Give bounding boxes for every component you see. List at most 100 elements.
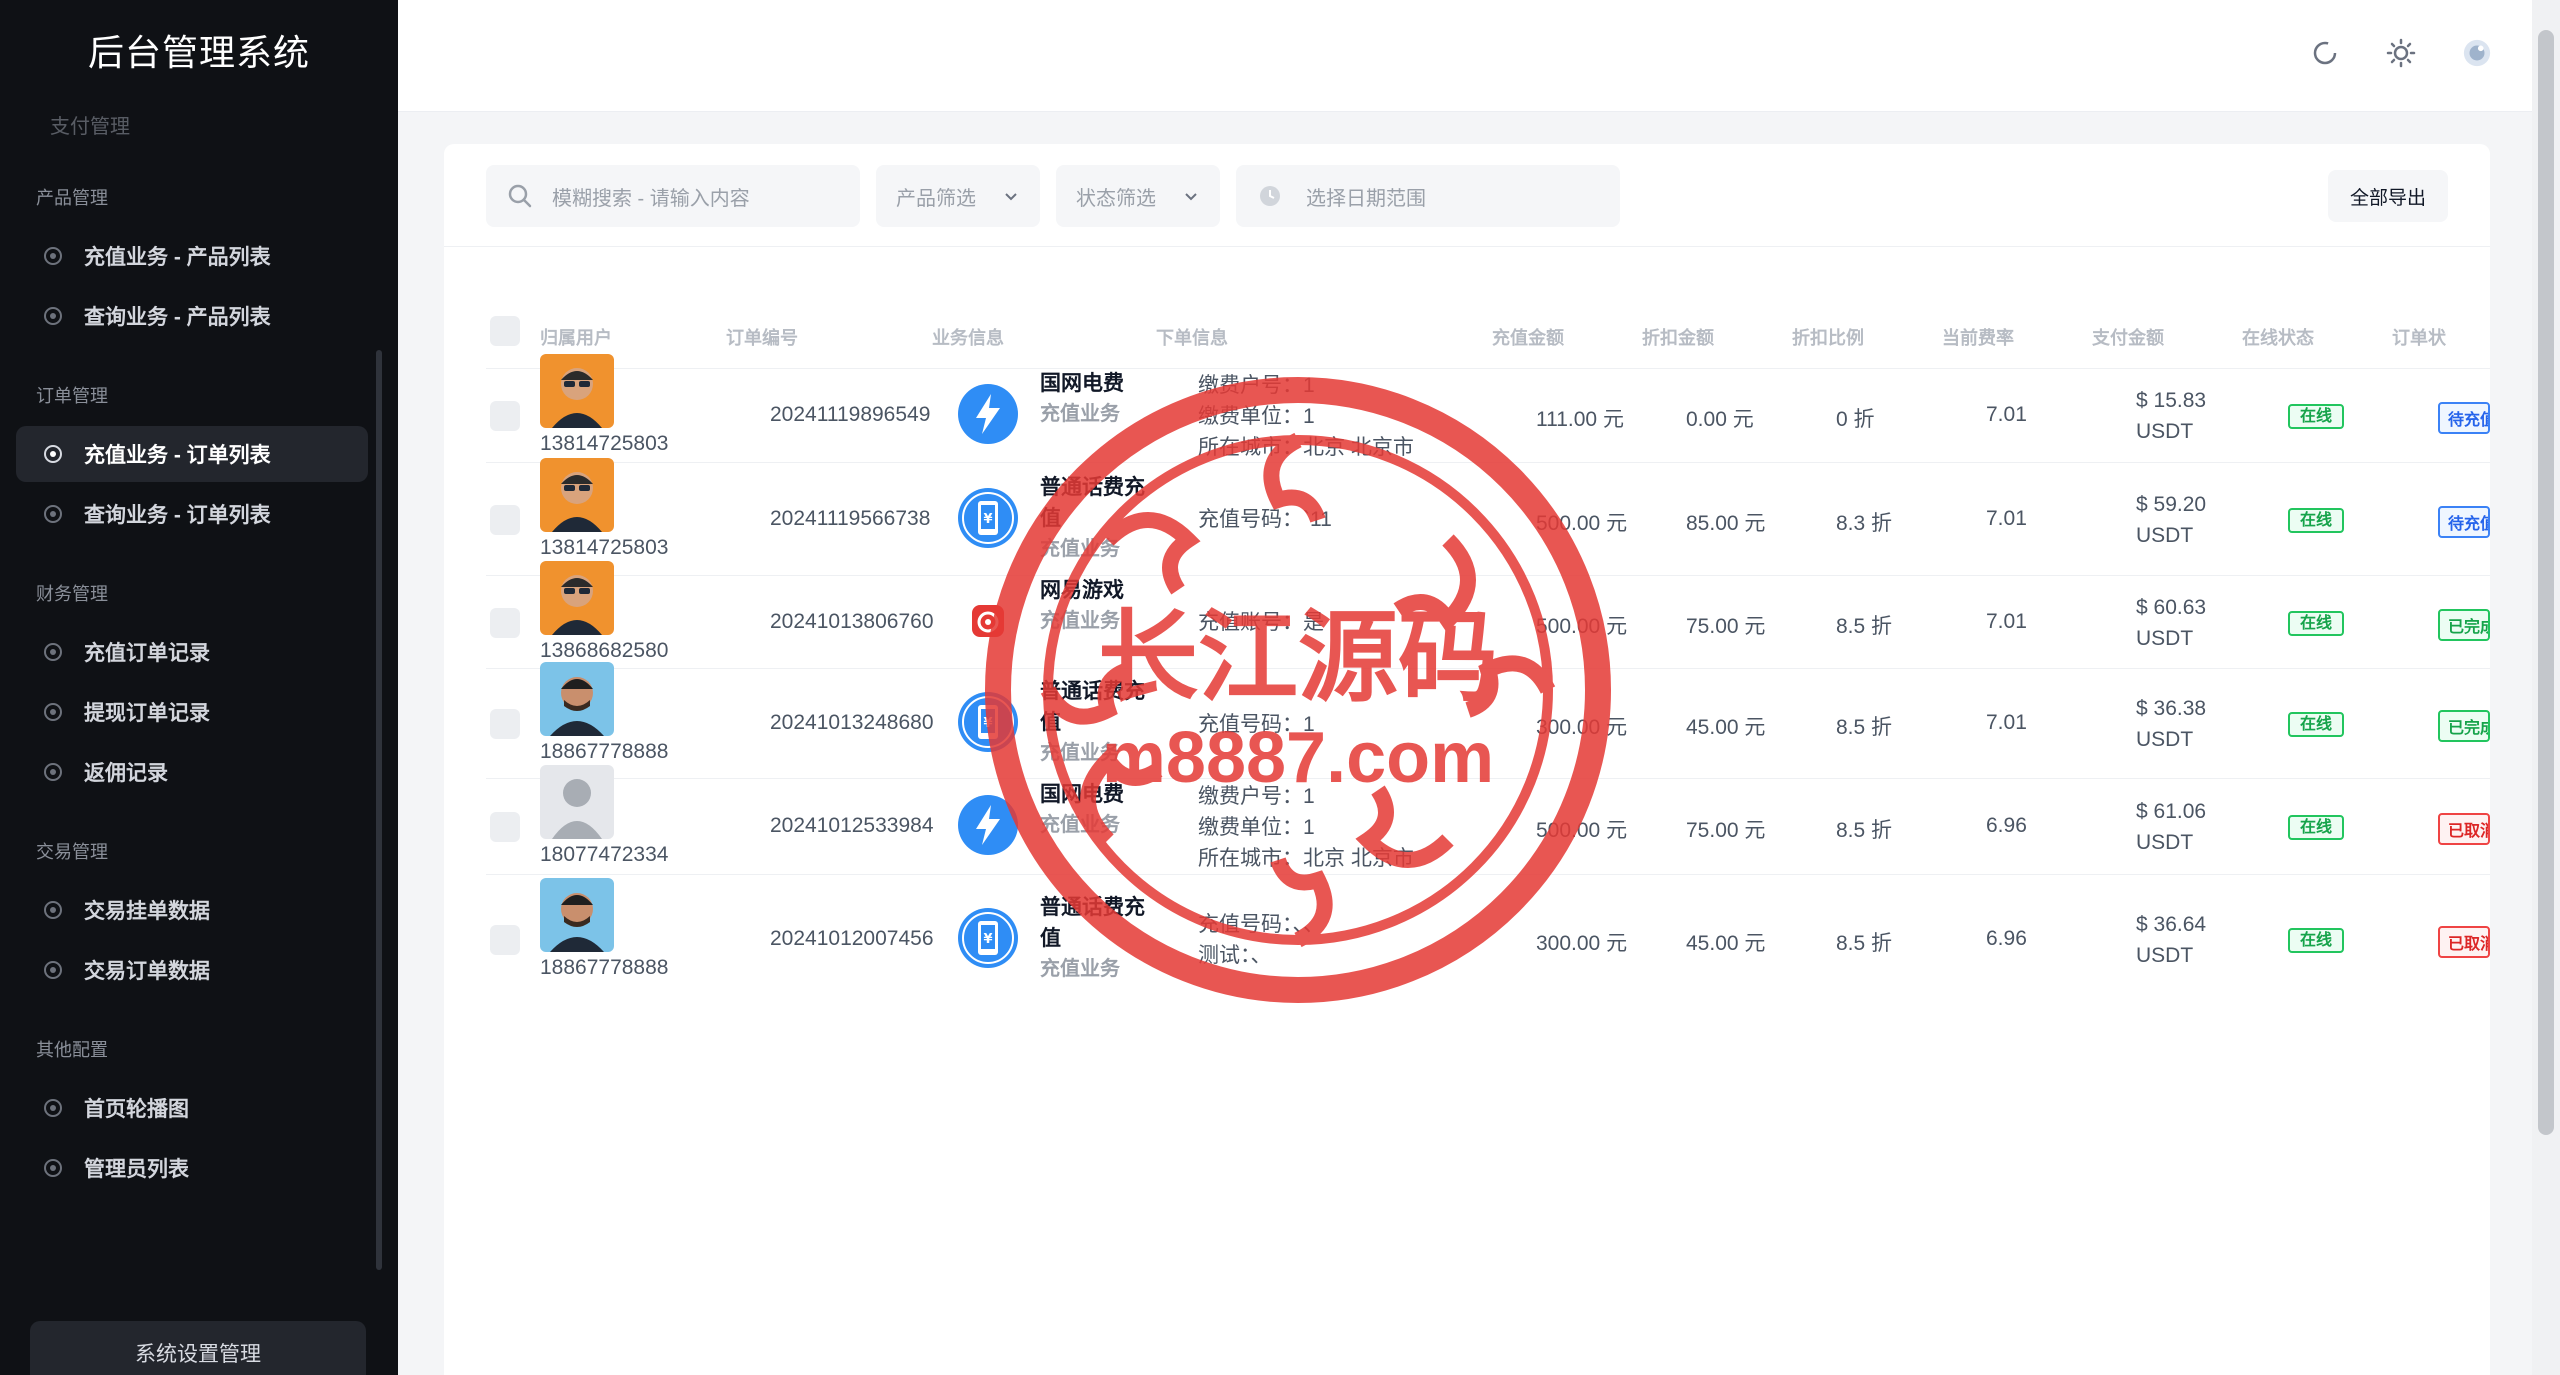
online-status-badge: 在线 [2288, 507, 2345, 533]
sidebar-item-order-1[interactable]: 查询业务 - 订单列表 [16, 486, 368, 542]
sidebar-item-order-0[interactable]: 充值业务 - 订单列表 [16, 426, 368, 482]
radio-dot-icon [44, 445, 62, 463]
radio-dot-icon [44, 247, 62, 265]
sidebar-item-trade-1[interactable]: 交易订单数据 [16, 942, 368, 998]
lightning-icon [958, 384, 1018, 444]
sidebar-item-label: 交易挂单数据 [84, 900, 210, 923]
sidebar-group-trade: 交易管理 [36, 842, 108, 862]
system-settings-button[interactable]: 系统设置管理 [30, 1321, 366, 1375]
row-checkbox[interactable] [490, 812, 520, 842]
sidebar-item-finance-0[interactable]: 充值订单记录 [16, 624, 368, 680]
table-row[interactable]: 13814725803 20241119566738 ¥ 普通话费充值 充值业务 充值号码… [486, 457, 2490, 575]
order-info-line: 缴费户号：1 [1198, 784, 1315, 808]
search-input[interactable]: 模糊搜索 - 请输入内容 [486, 165, 860, 227]
business-type: 充值业务 [1040, 403, 1120, 425]
discount-amount: 85.00 元 [1686, 511, 1766, 535]
online-status-badge: 在线 [2288, 928, 2345, 953]
user-phone: 13868682580 [540, 638, 669, 662]
user-avatar [540, 765, 614, 839]
row-checkbox[interactable] [490, 401, 520, 431]
filter-bar: 模糊搜索 - 请输入内容 产品筛选 状态筛选 选择日期范围 全部导出 [486, 164, 2448, 228]
order-status-badge: 待充值 [2438, 402, 2490, 434]
search-placeholder: 模糊搜索 - 请输入内容 [552, 187, 750, 210]
order-info-line: 充值账号：是 [1198, 611, 1324, 634]
game-icon [958, 591, 1018, 651]
row-checkbox[interactable] [490, 504, 520, 535]
select-all-checkbox[interactable] [490, 316, 520, 346]
sidebar-nav: 支付管理 产品管理 充值业务 - 产品列表 查询业务 - 产品列表 订单管理 充值业务 … [0, 110, 398, 1375]
page-scrollbar-thumb[interactable] [2538, 30, 2554, 1135]
table-row[interactable]: 18867778888 20241013248680 ¥ 普通话费充值 充值业务 充值号码… [486, 662, 2490, 778]
admin-avatar-icon[interactable] [2462, 38, 2492, 68]
recharge-amount: 500.00 元 [1536, 511, 1628, 535]
recharge-amount: 300.00 元 [1536, 716, 1628, 739]
row-checkbox[interactable] [490, 607, 520, 638]
top-bar [398, 0, 2532, 112]
sidebar-item-other-0[interactable]: 首页轮播图 [16, 1080, 368, 1136]
order-status-badge: 已取消 [2438, 813, 2490, 845]
phone-icon: ¥ [958, 692, 1018, 752]
product-filter-select[interactable]: 产品筛选 [876, 165, 1040, 227]
table-row[interactable]: 13868682580 20241013806760 网易游戏 充值业务 充值账号：是 5… [486, 560, 2490, 668]
discount-ratio: 0 折 [1836, 408, 1875, 431]
status-filter-select[interactable]: 状态筛选 [1056, 165, 1220, 227]
discount-amount: 0.00 元 [1686, 408, 1754, 431]
user-avatar [540, 560, 614, 635]
pay-amount: $ 61.06 [2136, 800, 2207, 823]
sidebar-item-trade-0[interactable]: 交易挂单数据 [16, 882, 368, 938]
pay-unit: USDT [2136, 831, 2194, 854]
sidebar-item-label: 充值业务 - 产品列表 [84, 246, 271, 269]
phone-icon: ¥ [958, 908, 1018, 968]
business-type: 充值业务 [1040, 814, 1120, 836]
sidebar-scrollbar[interactable] [376, 350, 382, 1270]
sidebar-item-finance-2[interactable]: 返佣记录 [16, 744, 368, 800]
sidebar-item-label: 查询业务 - 产品列表 [84, 306, 271, 329]
business-title: 普通话费充值 [1040, 896, 1145, 950]
pay-unit: USDT [2136, 728, 2194, 751]
column-header-0: 归属用户 [540, 328, 612, 348]
sidebar-item-label: 查询业务 - 订单列表 [84, 504, 271, 527]
table-row[interactable]: 18867778888 20241012007456 ¥ 普通话费充值 充值业务 充值号码… [486, 874, 2490, 1004]
row-checkbox[interactable] [490, 925, 520, 955]
table-row[interactable]: 18077472334 20241012533984 国网电费 充值业务 缴费户号：1 缴… [486, 765, 2490, 874]
sidebar-item-label: 提现订单记录 [84, 702, 210, 725]
column-header-1: 订单编号 [726, 328, 798, 348]
status-filter-label: 状态筛选 [1076, 187, 1156, 210]
user-avatar [540, 662, 614, 736]
business-type: 充值业务 [1040, 609, 1120, 632]
user-avatar [540, 354, 614, 428]
sidebar-item-product-0[interactable]: 充值业务 - 产品列表 [16, 228, 368, 284]
product-filter-label: 产品筛选 [896, 187, 976, 210]
order-number: 20241012533984 [770, 814, 934, 837]
order-info-line: 所在城市：北京 北京市 [1198, 435, 1414, 459]
refresh-icon[interactable] [2310, 38, 2340, 68]
sidebar-item-product-1[interactable]: 查询业务 - 产品列表 [16, 288, 368, 344]
order-info-line: 缴费单位：1 [1198, 815, 1315, 839]
sidebar-group-finance: 财务管理 [36, 584, 108, 604]
business-type: 充值业务 [1040, 742, 1120, 764]
sidebar-item-label: 管理员列表 [84, 1158, 189, 1181]
page-scrollbar[interactable] [2532, 0, 2560, 1375]
user-phone: 18867778888 [540, 956, 669, 979]
sidebar-group-order: 订单管理 [36, 386, 108, 406]
search-icon [508, 184, 532, 208]
discount-ratio: 8.5 折 [1836, 819, 1893, 842]
pay-amount: $ 60.63 [2136, 595, 2207, 619]
export-all-button[interactable]: 全部导出 [2327, 170, 2448, 222]
order-info-line: 缴费户号：1 [1198, 373, 1315, 397]
sun-icon[interactable] [2386, 38, 2416, 68]
sidebar-item-other-1[interactable]: 管理员列表 [16, 1140, 368, 1196]
row-checkbox[interactable] [490, 709, 520, 739]
radio-dot-icon [44, 961, 62, 979]
sidebar-item-finance-1[interactable]: 提现订单记录 [16, 684, 368, 740]
radio-dot-icon [44, 763, 62, 781]
user-phone: 18867778888 [540, 740, 669, 763]
table-row[interactable]: 13814725803 20241119896549 国网电费 充值业务 缴费户号：1 缴… [486, 354, 2490, 462]
pay-unit: USDT [2136, 944, 2194, 967]
business-title: 网易游戏 [1040, 578, 1124, 602]
pay-unit: USDT [2136, 420, 2194, 443]
date-range-picker[interactable]: 选择日期范围 [1236, 165, 1620, 227]
column-header-3: 下单信息 [1156, 328, 1228, 348]
sidebar-item-cut[interactable]: 支付管理 [0, 110, 398, 150]
current-rate: 7.01 [1986, 403, 2027, 426]
